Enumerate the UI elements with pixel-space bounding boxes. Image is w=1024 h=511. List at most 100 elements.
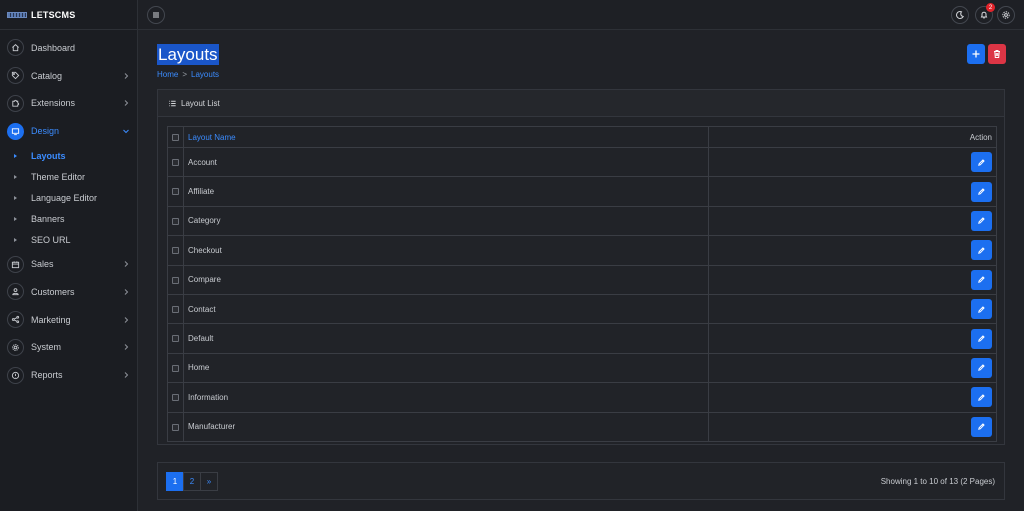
layout-name-cell: Information: [183, 382, 709, 413]
row-checkbox[interactable]: [172, 335, 179, 343]
pencil-icon: [978, 188, 985, 195]
logo: [7, 11, 27, 18]
trash-icon: [994, 50, 1000, 58]
sidebar-subitem-label: Language Editor: [31, 192, 98, 203]
sidebar-subitem-theme-editor[interactable]: Theme Editor: [14, 166, 137, 187]
row-checkbox[interactable]: [172, 276, 179, 284]
edit-button[interactable]: [971, 152, 992, 173]
breadcrumb-current[interactable]: Layouts: [191, 70, 219, 79]
row-checkbox[interactable]: [172, 188, 179, 196]
hamburger-icon: [153, 12, 159, 18]
table-row: Checkout: [167, 235, 997, 266]
notifications-button[interactable]: 2: [975, 3, 995, 24]
layout-name-cell: Manufacturer: [183, 411, 709, 442]
sidebar-item-label: System: [31, 342, 62, 353]
sidebar-item-system[interactable]: System: [0, 334, 137, 362]
chevron-right-icon: [124, 372, 129, 379]
card-header: Layout List: [158, 90, 1004, 117]
sidebar-nav: Dashboard Catalog Extensions Design Layo…: [0, 30, 137, 389]
layout-name-cell: Default: [183, 323, 709, 354]
table-row: Category: [167, 205, 997, 237]
sidebar-item-customers[interactable]: Customers: [0, 278, 137, 306]
sidebar-item-label: Sales: [31, 259, 54, 270]
edit-button[interactable]: [971, 416, 992, 437]
pencil-icon: [978, 364, 985, 372]
pencil-icon: [978, 335, 985, 342]
edit-button[interactable]: [971, 387, 992, 408]
sidebar-item-label: Customers: [31, 286, 75, 297]
sidebar-item-label: Dashboard: [31, 42, 76, 53]
monitor-icon: [7, 122, 24, 140]
sidebar-item-catalog[interactable]: Catalog: [0, 62, 137, 90]
breadcrumb-separator: >: [182, 70, 188, 79]
pencil-icon: [978, 158, 985, 166]
edit-button[interactable]: [971, 357, 992, 378]
row-checkbox[interactable]: [172, 306, 179, 314]
dark-mode-button[interactable]: [951, 6, 969, 24]
edit-button[interactable]: [971, 299, 992, 320]
info-icon: [7, 366, 24, 384]
sidebar-subitem-seo-url[interactable]: SEO URL: [14, 229, 137, 250]
menu-toggle-button[interactable]: [147, 6, 165, 24]
design-submenu: Layouts Theme Editor Language Editor Ban…: [0, 145, 137, 250]
delete-button[interactable]: [988, 44, 1006, 64]
settings-button[interactable]: [997, 6, 1015, 24]
page-title: Layouts: [157, 44, 219, 65]
sidebar-subitem-language-editor[interactable]: Language Editor: [14, 187, 137, 208]
puzzle-icon: [7, 94, 24, 112]
page-link-next[interactable]: »: [200, 472, 218, 491]
user-icon: [7, 283, 24, 301]
pencil-icon: [978, 394, 985, 401]
select-all-checkbox[interactable]: [172, 133, 179, 141]
chevron-right-icon: [124, 72, 129, 79]
plus-icon: [972, 50, 980, 58]
layout-name-cell: Checkout: [183, 235, 709, 266]
edit-button[interactable]: [971, 181, 992, 202]
row-checkbox[interactable]: [172, 159, 179, 167]
sidebar-item-extensions[interactable]: Extensions: [0, 90, 137, 118]
pencil-icon: [978, 423, 985, 431]
brand[interactable]: LETSCMS: [0, 0, 137, 30]
sidebar-item-marketing[interactable]: Marketing: [0, 306, 137, 334]
column-layout-name[interactable]: Layout Name: [183, 126, 709, 148]
topbar: 2: [138, 0, 1024, 30]
sidebar-subitem-banners[interactable]: Banners: [14, 208, 137, 229]
breadcrumb-home[interactable]: Home: [157, 70, 178, 79]
edit-button[interactable]: [971, 269, 992, 290]
tag-icon: [7, 67, 24, 85]
sidebar-item-sales[interactable]: Sales: [0, 250, 137, 278]
sidebar-item-design[interactable]: Design: [0, 117, 137, 145]
row-checkbox[interactable]: [172, 394, 179, 402]
row-checkbox[interactable]: [172, 217, 179, 225]
cart-icon: [7, 255, 24, 273]
page-link-2[interactable]: 2: [183, 472, 201, 491]
pagination: 1 2 »: [166, 472, 218, 491]
caret-right-icon: [14, 153, 17, 158]
chevron-right-icon: [124, 344, 129, 351]
sidebar-item-label: Design: [31, 126, 60, 137]
sidebar-item-label: Reports: [31, 370, 63, 381]
sidebar-subitem-label: Theme Editor: [31, 171, 86, 182]
table-row: Information: [167, 382, 997, 413]
row-checkbox[interactable]: [172, 247, 179, 255]
edit-button[interactable]: [971, 240, 992, 261]
sidebar-item-label: Catalog: [31, 70, 63, 81]
row-checkbox[interactable]: [172, 423, 179, 431]
sidebar-item-reports[interactable]: Reports: [0, 361, 137, 389]
edit-button[interactable]: [971, 328, 992, 349]
layout-name-cell: Affiliate: [183, 176, 709, 207]
edit-button[interactable]: [971, 210, 992, 231]
add-button[interactable]: [967, 44, 985, 64]
layout-name-cell: Compare: [183, 264, 709, 295]
pencil-icon: [978, 276, 985, 284]
sidebar-subitem-label: Layouts: [31, 150, 66, 161]
sidebar-subitem-label: SEO URL: [31, 234, 71, 245]
pencil-icon: [978, 217, 985, 225]
sidebar-item-dashboard[interactable]: Dashboard: [0, 34, 137, 62]
sidebar-subitem-layouts[interactable]: Layouts: [14, 145, 137, 166]
layout-name-cell: Contact: [183, 293, 709, 325]
pencil-icon: [978, 247, 985, 254]
chevron-right-icon: [124, 261, 129, 267]
page-link-1[interactable]: 1: [166, 472, 184, 491]
row-checkbox[interactable]: [172, 364, 179, 372]
